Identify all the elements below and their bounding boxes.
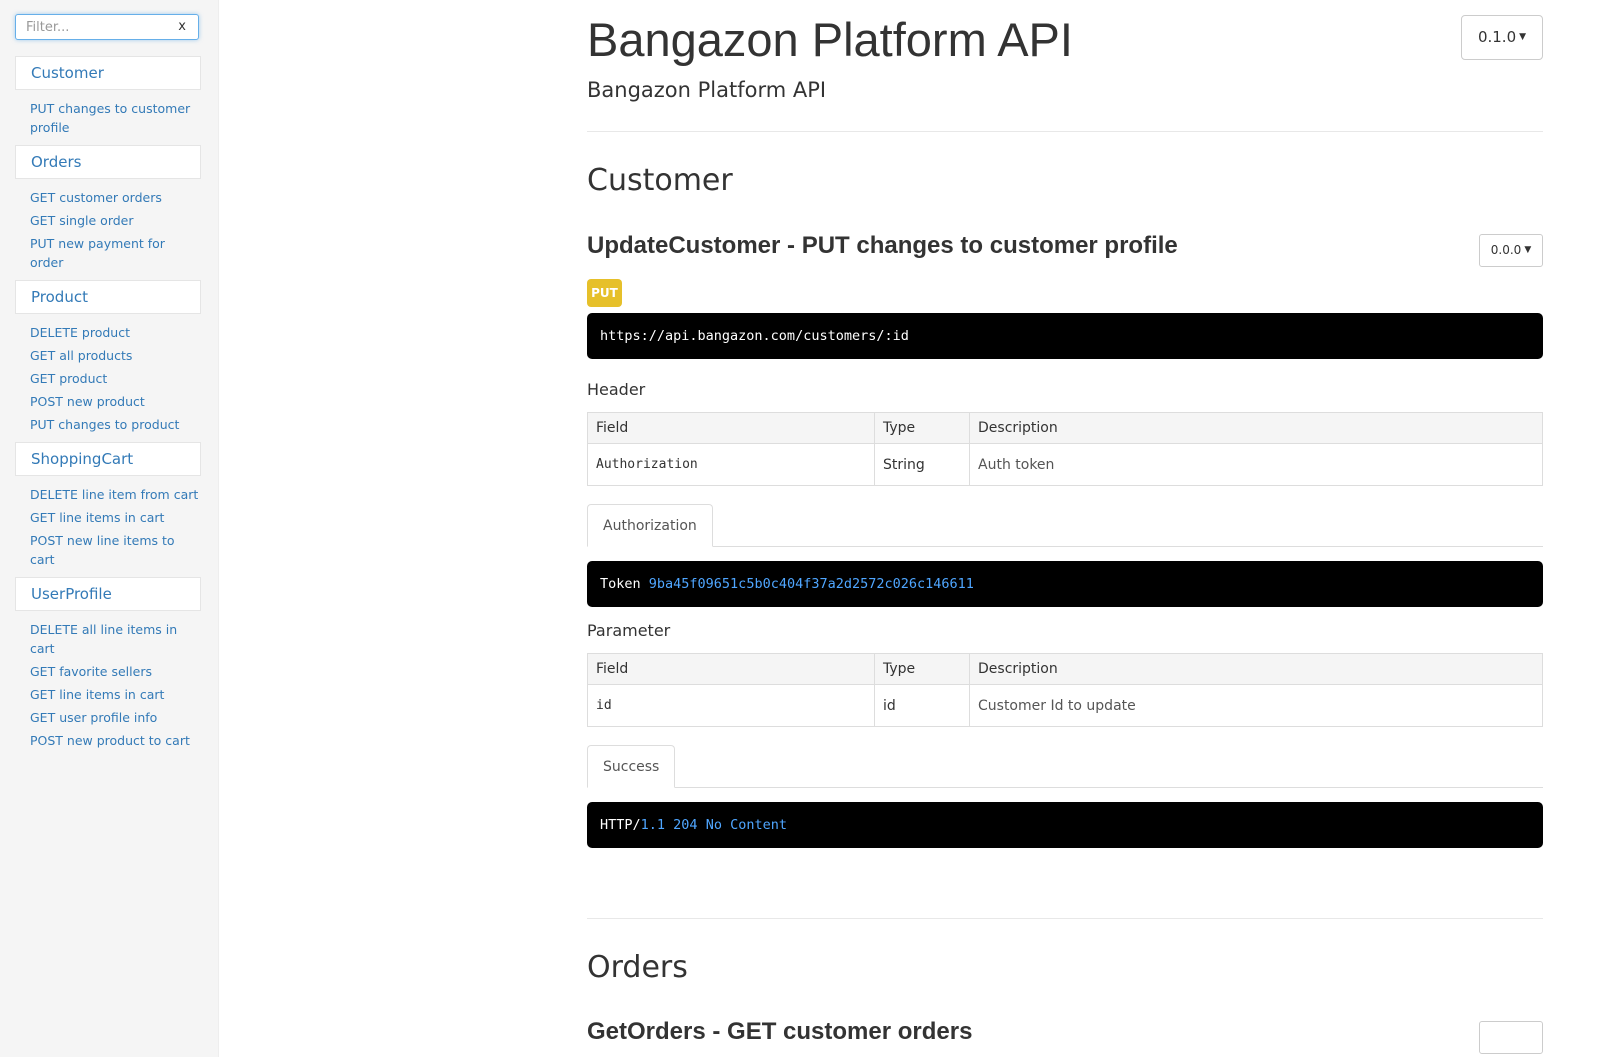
column-header: Field: [587, 412, 875, 444]
section-title-customer: Customer: [587, 163, 733, 198]
nav-header-userprofile[interactable]: UserProfile: [15, 577, 201, 611]
http-version: 1.1: [640, 817, 666, 833]
nav-item[interactable]: GET customer orders: [30, 188, 200, 207]
filter-clear-button[interactable]: x: [178, 19, 186, 34]
nav-group-orders: Orders GET customer orders GET single or…: [15, 145, 203, 272]
filter-input[interactable]: [16, 15, 166, 39]
type-cell: id: [874, 684, 970, 727]
section-title-orders: Orders: [587, 950, 688, 985]
endpoint-version-label: 0.0.0: [1490, 243, 1522, 257]
header-table: Field Type Description Authorization Str…: [587, 412, 1543, 486]
nav-header-shoppingcart[interactable]: ShoppingCart: [15, 442, 201, 476]
success-tabs: Success: [587, 745, 1543, 788]
nav-item[interactable]: GET line items in cart: [30, 508, 200, 527]
nav-item[interactable]: GET favorite sellers: [30, 662, 200, 681]
nav-group-customer: Customer PUT changes to customer profile: [15, 56, 203, 137]
table-header-row: Field Type Description: [587, 653, 1543, 685]
nav-item[interactable]: GET product: [30, 369, 200, 388]
nav-group-shoppingcart: ShoppingCart DELETE line item from cart …: [15, 442, 203, 569]
table-header-row: Field Type Description: [587, 412, 1543, 444]
parameter-label: Parameter: [587, 621, 671, 640]
http-message: No Content: [705, 817, 787, 833]
endpoint-version-dropdown[interactable]: [1479, 1021, 1543, 1054]
filter-box: x: [15, 14, 199, 40]
nav-item[interactable]: PUT changes to customer profile: [30, 99, 200, 137]
nav-header-product[interactable]: Product: [15, 280, 201, 314]
nav-item[interactable]: DELETE product: [30, 323, 200, 342]
column-header: Description: [969, 653, 1543, 685]
nav-header-customer[interactable]: Customer: [15, 56, 201, 90]
api-version-dropdown[interactable]: 0.1.0 ▼: [1461, 15, 1543, 60]
auth-token-prefix: Token: [600, 576, 641, 592]
nav-item[interactable]: PUT changes to product: [30, 415, 200, 434]
nav-group-product: Product DELETE product GET all products …: [15, 280, 203, 434]
auth-token-value: 9ba45f09651c5b0c404f37a2d2572c026c146611: [648, 576, 974, 592]
parameter-table: Field Type Description id id Customer Id…: [587, 653, 1543, 727]
description-cell: Auth token: [969, 443, 1543, 486]
nav-item[interactable]: GET user profile info: [30, 708, 200, 727]
success-example-block: HTTP/1.1 204 No Content: [587, 802, 1543, 848]
column-header: Type: [874, 653, 970, 685]
divider: [587, 131, 1543, 132]
nav-item[interactable]: GET all products: [30, 346, 200, 365]
divider: [587, 918, 1543, 919]
caret-down-icon: ▼: [1519, 32, 1527, 42]
column-header: Description: [969, 412, 1543, 444]
auth-tabs: Authorization: [587, 504, 1543, 547]
tab-success[interactable]: Success: [587, 745, 676, 788]
endpoint-title: GetOrders - GET customer orders: [587, 1018, 973, 1045]
type-cell: String: [874, 443, 970, 486]
column-header: Field: [587, 653, 875, 685]
nav-item[interactable]: GET single order: [30, 211, 200, 230]
endpoint-version-dropdown[interactable]: 0.0.0 ▼: [1479, 234, 1543, 267]
nav-group-userprofile: UserProfile DELETE all line items in car…: [15, 577, 203, 750]
nav-item[interactable]: DELETE line item from cart: [30, 485, 200, 504]
page-subtitle: Bangazon Platform API: [587, 78, 827, 102]
field-cell: id: [587, 684, 875, 727]
http-status: 204: [673, 817, 698, 833]
header-label: Header: [587, 380, 646, 399]
method-badge-put: PUT: [587, 279, 622, 307]
caret-down-icon: ▼: [1524, 245, 1532, 255]
nav-item[interactable]: PUT new payment for order: [30, 234, 200, 272]
endpoint-url: https://api.bangazon.com/customers/:id: [600, 328, 909, 344]
description-cell: Customer Id to update: [969, 684, 1543, 727]
field-cell: Authorization: [587, 443, 875, 486]
sidebar: x Customer PUT changes to customer profi…: [0, 0, 219, 1057]
auth-example-block: Token 9ba45f09651c5b0c404f37a2d2572c026c…: [587, 561, 1543, 607]
endpoint-url-block: https://api.bangazon.com/customers/:id: [587, 313, 1543, 359]
table-row: id id Customer Id to update: [587, 684, 1543, 727]
column-header: Type: [874, 412, 970, 444]
table-row: Authorization String Auth token: [587, 443, 1543, 486]
page-title: Bangazon Platform API: [587, 13, 1073, 66]
http-prefix: HTTP/: [600, 817, 641, 833]
nav-item[interactable]: POST new line items to cart: [30, 531, 200, 569]
tab-authorization[interactable]: Authorization: [587, 504, 713, 547]
api-version-label: 0.1.0: [1477, 28, 1517, 46]
endpoint-title: UpdateCustomer - PUT changes to customer…: [587, 232, 1178, 259]
nav-item[interactable]: POST new product to cart: [30, 731, 200, 750]
nav-header-orders[interactable]: Orders: [15, 145, 201, 179]
nav-item[interactable]: POST new product: [30, 392, 200, 411]
nav-item[interactable]: GET line items in cart: [30, 685, 200, 704]
nav-item[interactable]: DELETE all line items in cart: [30, 620, 200, 658]
